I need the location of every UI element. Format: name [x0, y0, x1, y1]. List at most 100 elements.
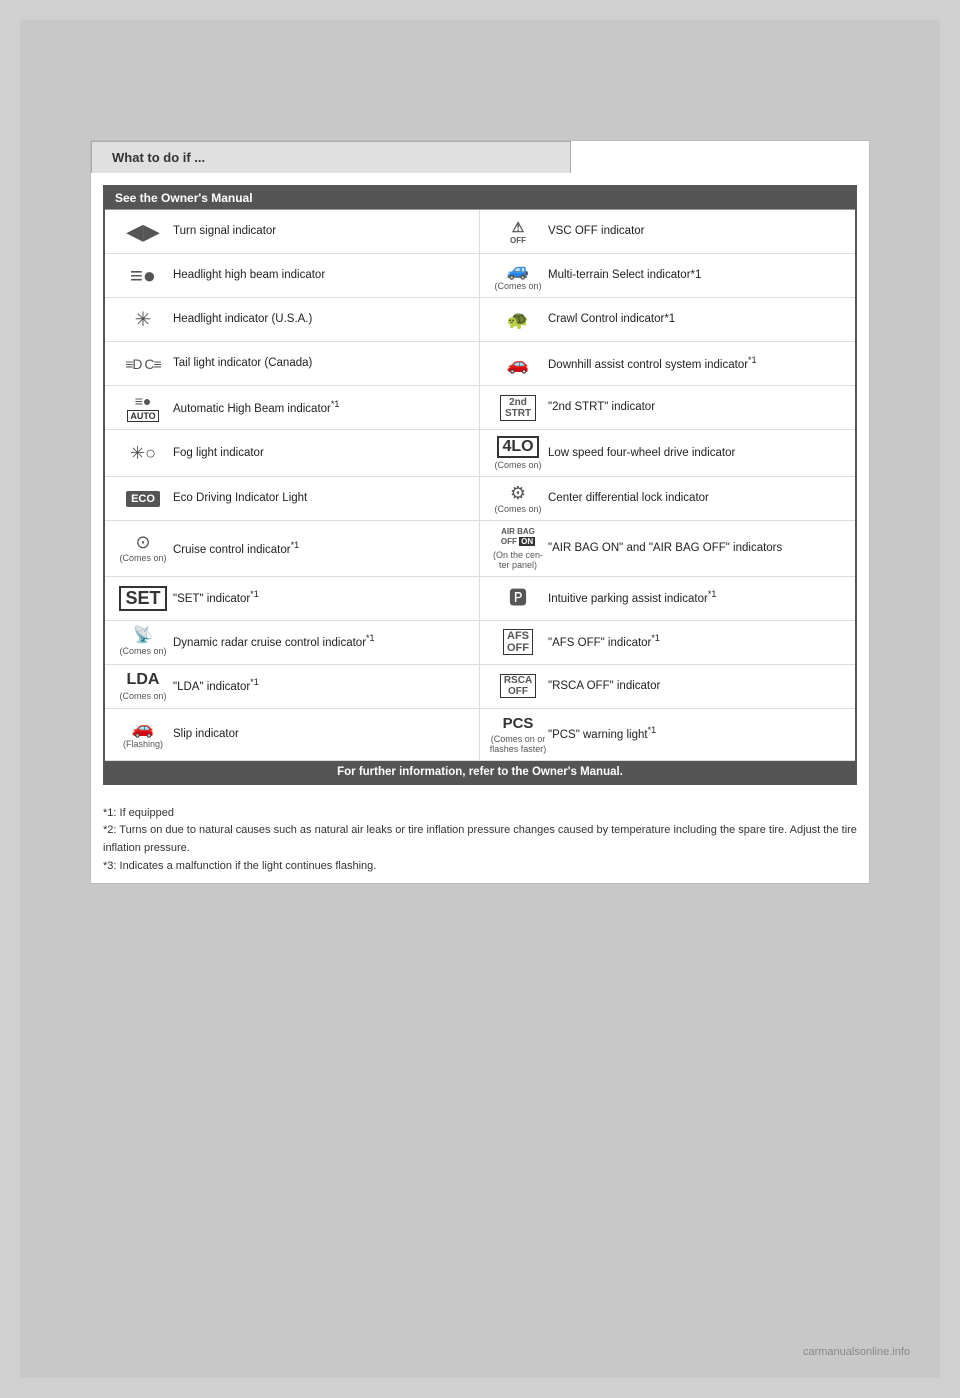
section-title: See the Owner's Manual — [105, 187, 855, 209]
footnotes: *1: If equipped *2: Turns on due to natu… — [91, 797, 869, 883]
airbag-label: "AIR BAG ON" and "AIR BAG OFF" indicator… — [548, 541, 847, 556]
slip-icon-cell: 🚗 (Flashing) — [113, 719, 173, 749]
tail-light-label: Tail light indicator (Canada) — [173, 356, 471, 371]
indicator-row: AIR BAG OFF ON (On the cen-ter panel) "A… — [480, 521, 855, 577]
center-diff-label: Center differential lock indicator — [548, 491, 847, 506]
dynamic-radar-icon: 📡 — [133, 628, 153, 644]
center-diff-icon-cell: ⚙ (Comes on) — [488, 484, 548, 514]
headlight-usa-icon-cell: ✳ — [113, 310, 173, 330]
indicator-row: 📡 (Comes on) Dynamic radar cruise contro… — [105, 621, 480, 665]
tail-light-icon: ≡D C≡ — [125, 357, 160, 371]
4lo-icon-cell: 4LO (Comes on) — [488, 436, 548, 470]
cruise-icon-cell: ⊙ (Comes on) — [113, 533, 173, 563]
rsca-off-label: "RSCA OFF" indicator — [548, 679, 847, 694]
2nd-strt-icon-cell: 2nd STRT — [488, 395, 548, 421]
auto-high-beam-icon-cell: ≡● AUTO — [113, 394, 173, 422]
indicator-row: ◀▶ Turn signal indicator — [105, 210, 480, 254]
airbag-icon-cell: AIR BAG OFF ON (On the cen-ter panel) — [488, 527, 548, 570]
parking-assist-icon: 🅿 — [509, 589, 527, 607]
indicator-row: ✳ Headlight indicator (U.S.A.) — [105, 298, 480, 342]
lda-label: "LDA" indicator*1 — [173, 677, 471, 695]
auto-high-beam-label: Automatic High Beam indicator*1 — [173, 399, 471, 417]
headlight-usa-icon: ✳ — [135, 310, 152, 330]
downhill-label: Downhill assist control system indicator… — [548, 355, 847, 373]
slip-label: Slip indicator — [173, 727, 471, 742]
indicator-row: ≡● Headlight high beam indicator — [105, 254, 480, 298]
downhill-icon: 🚗 — [507, 355, 529, 373]
indicator-row: AFS OFF "AFS OFF" indicator*1 — [480, 621, 855, 665]
watermark: carmanualsonline.info — [803, 1346, 910, 1358]
indicator-row: PCS (Comes on orflashes faster) "PCS" wa… — [480, 709, 855, 761]
multi-terrain-sub: (Comes on) — [494, 281, 541, 291]
cruise-label: Cruise control indicator*1 — [173, 540, 471, 558]
dynamic-radar-label: Dynamic radar cruise control indicator*1 — [173, 633, 471, 651]
indicator-row: 🚗 (Flashing) Slip indicator — [105, 709, 480, 761]
indicator-row: ⊙ (Comes on) Cruise control indicator*1 — [105, 521, 480, 577]
2nd-strt-label: "2nd STRT" indicator — [548, 400, 847, 415]
indicator-row: 🅿 Intuitive parking assist indicator*1 — [480, 577, 855, 621]
indicators-grid: ◀▶ Turn signal indicator ⚠ OFF VSC OFF i… — [105, 209, 855, 761]
parking-assist-label: Intuitive parking assist indicator*1 — [548, 589, 847, 607]
headlight-high-icon: ≡● — [130, 265, 156, 287]
airbag-icon: AIR BAG OFF ON — [501, 527, 535, 548]
2nd-strt-icon: 2nd STRT — [500, 395, 536, 421]
vsc-off-label: VSC OFF indicator — [548, 224, 847, 239]
vsc-off-icon-cell: ⚠ OFF — [488, 219, 548, 245]
multi-terrain-icon: 🚙 — [507, 261, 529, 279]
dynamic-radar-icon-cell: 📡 (Comes on) — [113, 628, 173, 656]
content-area: What to do if ... See the Owner's Manual… — [90, 140, 870, 884]
turn-signal-icon-cell: ◀▶ — [113, 221, 173, 243]
set-icon-cell: SET — [113, 586, 173, 611]
footer-bar: For further information, refer to the Ow… — [105, 761, 855, 783]
header-tab: What to do if ... — [91, 141, 571, 173]
eco-icon-cell: ECO — [113, 491, 173, 507]
lda-icon-cell: LDA (Comes on) — [113, 671, 173, 701]
fog-light-icon-cell: ✳○ — [113, 444, 173, 462]
headlight-high-icon-cell: ≡● — [113, 265, 173, 287]
headlight-high-label: Headlight high beam indicator — [173, 268, 471, 283]
indicator-row: 🚙 (Comes on) Multi-terrain Select indica… — [480, 254, 855, 298]
rsca-off-icon-cell: RSCA OFF — [488, 674, 548, 698]
footer-text: For further information, refer to the Ow… — [337, 766, 623, 778]
indicator-row: ⚙ (Comes on) Center differential lock in… — [480, 477, 855, 521]
cruise-icon: ⊙ — [135, 533, 150, 551]
indicator-row: ≡● AUTO Automatic High Beam indicator*1 — [105, 386, 480, 430]
rsca-off-icon: RSCA OFF — [500, 674, 536, 698]
fog-light-icon: ✳○ — [130, 444, 156, 462]
afs-off-label: "AFS OFF" indicator*1 — [548, 633, 847, 651]
header-tab-label: What to do if ... — [112, 150, 205, 165]
pcs-icon: PCS — [503, 715, 534, 732]
set-label: "SET" indicator*1 — [173, 589, 471, 607]
afs-off-icon-cell: AFS OFF — [488, 629, 548, 655]
turn-signal-label: Turn signal indicator — [173, 224, 471, 239]
multi-terrain-icon-cell: 🚙 (Comes on) — [488, 261, 548, 291]
vsc-off-icon: ⚠ OFF — [510, 219, 526, 245]
indicator-row: 4LO (Comes on) Low speed four-wheel driv… — [480, 430, 855, 477]
indicator-row: 2nd STRT "2nd STRT" indicator — [480, 386, 855, 430]
footnote-3: *3: Indicates a malfunction if the light… — [103, 858, 857, 876]
pcs-icon-cell: PCS (Comes on orflashes faster) — [488, 715, 548, 754]
indicator-row: 🚗 Downhill assist control system indicat… — [480, 342, 855, 386]
indicator-row: ECO Eco Driving Indicator Light — [105, 477, 480, 521]
turn-signal-icon: ◀▶ — [126, 221, 160, 243]
indicator-row: ≡D C≡ Tail light indicator (Canada) — [105, 342, 480, 386]
slip-icon: 🚗 — [132, 719, 154, 737]
4lo-label: Low speed four-wheel drive indicator — [548, 446, 847, 461]
footnote-2: *2: Turns on due to natural causes such … — [103, 822, 857, 857]
4lo-icon: 4LO — [497, 436, 538, 458]
eco-label: Eco Driving Indicator Light — [173, 491, 471, 506]
indicator-row: SET "SET" indicator*1 — [105, 577, 480, 621]
downhill-icon-cell: 🚗 — [488, 355, 548, 373]
lda-icon: LDA — [127, 671, 160, 689]
crawl-control-icon-cell: 🐢 — [488, 311, 548, 329]
indicator-row: ⚠ OFF VSC OFF indicator — [480, 210, 855, 254]
indicator-row: ✳○ Fog light indicator — [105, 430, 480, 477]
crawl-control-label: Crawl Control indicator*1 — [548, 312, 847, 327]
set-icon: SET — [119, 586, 166, 611]
indicator-row: LDA (Comes on) "LDA" indicator*1 — [105, 665, 480, 709]
footnote-1: *1: If equipped — [103, 805, 857, 823]
tail-light-icon-cell: ≡D C≡ — [113, 357, 173, 371]
section-title-text: See the Owner's Manual — [115, 191, 253, 205]
eco-icon: ECO — [126, 491, 160, 507]
multi-terrain-label: Multi-terrain Select indicator*1 — [548, 268, 847, 283]
